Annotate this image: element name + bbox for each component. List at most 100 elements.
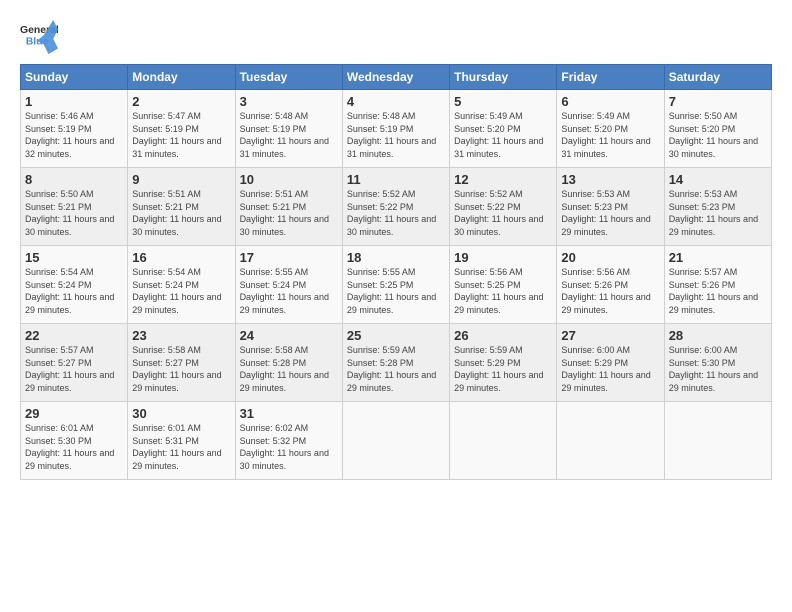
day-number: 15 (25, 250, 123, 265)
header-friday: Friday (557, 65, 664, 90)
day-number: 4 (347, 94, 445, 109)
day-number: 16 (132, 250, 230, 265)
day-number: 8 (25, 172, 123, 187)
day-number: 25 (347, 328, 445, 343)
day-info: Sunrise: 5:52 AMSunset: 5:22 PMDaylight:… (347, 188, 445, 238)
day-info: Sunrise: 5:59 AMSunset: 5:29 PMDaylight:… (454, 344, 552, 394)
calendar-cell (342, 402, 449, 480)
calendar-cell: 3Sunrise: 5:48 AMSunset: 5:19 PMDaylight… (235, 90, 342, 168)
day-number: 11 (347, 172, 445, 187)
calendar-cell: 4Sunrise: 5:48 AMSunset: 5:19 PMDaylight… (342, 90, 449, 168)
day-info: Sunrise: 5:51 AMSunset: 5:21 PMDaylight:… (240, 188, 338, 238)
day-info: Sunrise: 5:55 AMSunset: 5:24 PMDaylight:… (240, 266, 338, 316)
day-number: 27 (561, 328, 659, 343)
week-row-4: 22Sunrise: 5:57 AMSunset: 5:27 PMDayligh… (21, 324, 772, 402)
day-number: 6 (561, 94, 659, 109)
day-info: Sunrise: 5:58 AMSunset: 5:28 PMDaylight:… (240, 344, 338, 394)
calendar-cell: 31Sunrise: 6:02 AMSunset: 5:32 PMDayligh… (235, 402, 342, 480)
calendar-cell: 13Sunrise: 5:53 AMSunset: 5:23 PMDayligh… (557, 168, 664, 246)
day-number: 22 (25, 328, 123, 343)
day-info: Sunrise: 5:51 AMSunset: 5:21 PMDaylight:… (132, 188, 230, 238)
header-tuesday: Tuesday (235, 65, 342, 90)
day-number: 26 (454, 328, 552, 343)
day-info: Sunrise: 5:58 AMSunset: 5:27 PMDaylight:… (132, 344, 230, 394)
calendar-cell: 25Sunrise: 5:59 AMSunset: 5:28 PMDayligh… (342, 324, 449, 402)
day-number: 24 (240, 328, 338, 343)
day-info: Sunrise: 6:02 AMSunset: 5:32 PMDaylight:… (240, 422, 338, 472)
calendar-cell: 12Sunrise: 5:52 AMSunset: 5:22 PMDayligh… (450, 168, 557, 246)
calendar-cell: 18Sunrise: 5:55 AMSunset: 5:25 PMDayligh… (342, 246, 449, 324)
day-info: Sunrise: 5:48 AMSunset: 5:19 PMDaylight:… (240, 110, 338, 160)
calendar-header-row: SundayMondayTuesdayWednesdayThursdayFrid… (21, 65, 772, 90)
calendar-cell: 22Sunrise: 5:57 AMSunset: 5:27 PMDayligh… (21, 324, 128, 402)
day-number: 5 (454, 94, 552, 109)
day-number: 14 (669, 172, 767, 187)
day-info: Sunrise: 5:57 AMSunset: 5:26 PMDaylight:… (669, 266, 767, 316)
day-info: Sunrise: 5:54 AMSunset: 5:24 PMDaylight:… (25, 266, 123, 316)
day-number: 9 (132, 172, 230, 187)
calendar-cell: 5Sunrise: 5:49 AMSunset: 5:20 PMDaylight… (450, 90, 557, 168)
calendar-cell: 6Sunrise: 5:49 AMSunset: 5:20 PMDaylight… (557, 90, 664, 168)
day-number: 28 (669, 328, 767, 343)
calendar-cell: 7Sunrise: 5:50 AMSunset: 5:20 PMDaylight… (664, 90, 771, 168)
day-info: Sunrise: 6:00 AMSunset: 5:30 PMDaylight:… (669, 344, 767, 394)
week-row-5: 29Sunrise: 6:01 AMSunset: 5:30 PMDayligh… (21, 402, 772, 480)
day-number: 7 (669, 94, 767, 109)
week-row-1: 1Sunrise: 5:46 AMSunset: 5:19 PMDaylight… (21, 90, 772, 168)
calendar-cell: 23Sunrise: 5:58 AMSunset: 5:27 PMDayligh… (128, 324, 235, 402)
day-number: 23 (132, 328, 230, 343)
calendar-cell: 21Sunrise: 5:57 AMSunset: 5:26 PMDayligh… (664, 246, 771, 324)
day-number: 1 (25, 94, 123, 109)
day-info: Sunrise: 5:53 AMSunset: 5:23 PMDaylight:… (561, 188, 659, 238)
calendar-cell: 8Sunrise: 5:50 AMSunset: 5:21 PMDaylight… (21, 168, 128, 246)
day-number: 21 (669, 250, 767, 265)
day-info: Sunrise: 5:46 AMSunset: 5:19 PMDaylight:… (25, 110, 123, 160)
calendar-cell: 14Sunrise: 5:53 AMSunset: 5:23 PMDayligh… (664, 168, 771, 246)
day-number: 2 (132, 94, 230, 109)
header-saturday: Saturday (664, 65, 771, 90)
day-info: Sunrise: 6:00 AMSunset: 5:29 PMDaylight:… (561, 344, 659, 394)
calendar-cell: 24Sunrise: 5:58 AMSunset: 5:28 PMDayligh… (235, 324, 342, 402)
day-info: Sunrise: 5:55 AMSunset: 5:25 PMDaylight:… (347, 266, 445, 316)
calendar-cell: 30Sunrise: 6:01 AMSunset: 5:31 PMDayligh… (128, 402, 235, 480)
calendar-cell: 1Sunrise: 5:46 AMSunset: 5:19 PMDaylight… (21, 90, 128, 168)
calendar-cell: 29Sunrise: 6:01 AMSunset: 5:30 PMDayligh… (21, 402, 128, 480)
calendar-cell: 10Sunrise: 5:51 AMSunset: 5:21 PMDayligh… (235, 168, 342, 246)
day-info: Sunrise: 5:53 AMSunset: 5:23 PMDaylight:… (669, 188, 767, 238)
day-info: Sunrise: 6:01 AMSunset: 5:30 PMDaylight:… (25, 422, 123, 472)
day-number: 3 (240, 94, 338, 109)
calendar-cell: 16Sunrise: 5:54 AMSunset: 5:24 PMDayligh… (128, 246, 235, 324)
day-number: 12 (454, 172, 552, 187)
day-number: 13 (561, 172, 659, 187)
calendar-cell: 15Sunrise: 5:54 AMSunset: 5:24 PMDayligh… (21, 246, 128, 324)
header-sunday: Sunday (21, 65, 128, 90)
calendar-cell: 27Sunrise: 6:00 AMSunset: 5:29 PMDayligh… (557, 324, 664, 402)
day-info: Sunrise: 5:49 AMSunset: 5:20 PMDaylight:… (561, 110, 659, 160)
calendar-cell (664, 402, 771, 480)
day-number: 10 (240, 172, 338, 187)
calendar-cell: 17Sunrise: 5:55 AMSunset: 5:24 PMDayligh… (235, 246, 342, 324)
header-thursday: Thursday (450, 65, 557, 90)
day-info: Sunrise: 5:52 AMSunset: 5:22 PMDaylight:… (454, 188, 552, 238)
day-info: Sunrise: 5:48 AMSunset: 5:19 PMDaylight:… (347, 110, 445, 160)
day-info: Sunrise: 5:50 AMSunset: 5:21 PMDaylight:… (25, 188, 123, 238)
day-info: Sunrise: 5:56 AMSunset: 5:25 PMDaylight:… (454, 266, 552, 316)
day-number: 31 (240, 406, 338, 421)
calendar-cell: 28Sunrise: 6:00 AMSunset: 5:30 PMDayligh… (664, 324, 771, 402)
day-info: Sunrise: 5:49 AMSunset: 5:20 PMDaylight:… (454, 110, 552, 160)
day-number: 29 (25, 406, 123, 421)
calendar-cell: 2Sunrise: 5:47 AMSunset: 5:19 PMDaylight… (128, 90, 235, 168)
day-info: Sunrise: 5:50 AMSunset: 5:20 PMDaylight:… (669, 110, 767, 160)
day-number: 30 (132, 406, 230, 421)
calendar-cell: 26Sunrise: 5:59 AMSunset: 5:29 PMDayligh… (450, 324, 557, 402)
calendar-cell: 20Sunrise: 5:56 AMSunset: 5:26 PMDayligh… (557, 246, 664, 324)
calendar-cell: 19Sunrise: 5:56 AMSunset: 5:25 PMDayligh… (450, 246, 557, 324)
header-monday: Monday (128, 65, 235, 90)
day-info: Sunrise: 5:59 AMSunset: 5:28 PMDaylight:… (347, 344, 445, 394)
day-info: Sunrise: 5:54 AMSunset: 5:24 PMDaylight:… (132, 266, 230, 316)
header: General Blue (20, 18, 772, 56)
week-row-3: 15Sunrise: 5:54 AMSunset: 5:24 PMDayligh… (21, 246, 772, 324)
day-info: Sunrise: 6:01 AMSunset: 5:31 PMDaylight:… (132, 422, 230, 472)
calendar-cell (450, 402, 557, 480)
logo: General Blue (20, 18, 58, 56)
